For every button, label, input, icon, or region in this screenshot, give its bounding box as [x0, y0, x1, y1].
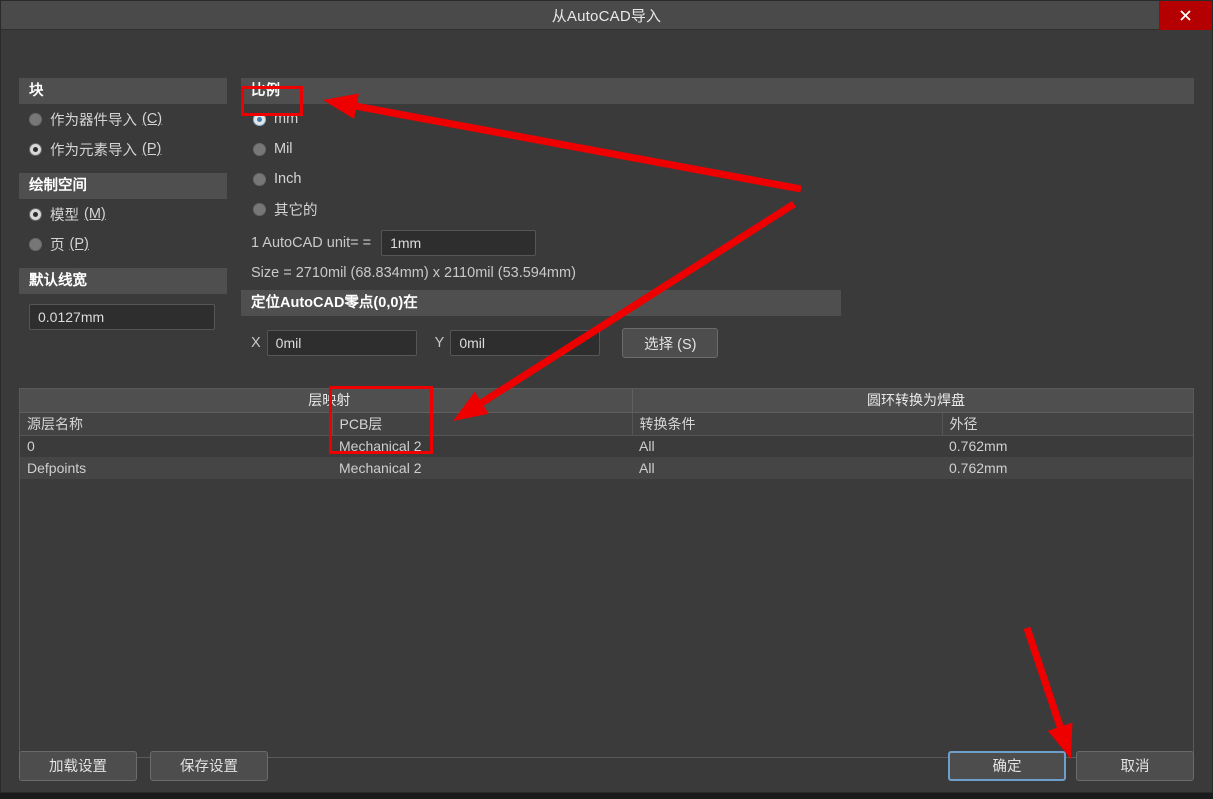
- radio-label: 页: [50, 237, 65, 254]
- radio-label: 作为器件导入: [50, 112, 137, 129]
- radio-label: 作为元素导入: [50, 142, 137, 159]
- radio-indicator: [253, 172, 266, 186]
- table-row[interactable]: 0 Mechanical 2 All 0.762mm: [20, 435, 1193, 457]
- autocad-unit-row: 1 AutoCAD unit= = 1mm: [241, 230, 1194, 256]
- dialog-title: 从AutoCAD导入: [551, 7, 662, 25]
- group-header-ring-to-pad: 圆环转换为焊盘: [632, 389, 1193, 413]
- cancel-button[interactable]: 取消: [1076, 750, 1194, 781]
- cell-pcb-layer[interactable]: Mechanical 2: [332, 457, 632, 479]
- right-column: 比例 mm Mil Inch 其它的 1 AutoCAD unit= = 1mm…: [241, 78, 1194, 358]
- dialog-footer: 加载设置 保存设置 确定 取消: [1, 739, 1212, 792]
- default-line-width-input[interactable]: 0.0127mm: [29, 304, 215, 330]
- radio-accel: (P): [69, 236, 89, 252]
- y-axis-label: Y: [434, 335, 445, 351]
- group-header-layer-mapping: 层映射: [20, 389, 633, 413]
- radio-label: 模型: [50, 207, 79, 224]
- radio-unit-mil[interactable]: Mil: [241, 134, 1194, 164]
- cell-outer-diameter[interactable]: 0.762mm: [942, 435, 1193, 457]
- autocad-unit-label: 1 AutoCAD unit= =: [251, 235, 372, 251]
- import-from-autocad-dialog: 从AutoCAD导入 块 作为器件导入 (C) 作为元素导入 (P) 绘制空间: [0, 0, 1213, 793]
- radio-accel: (P): [142, 141, 162, 157]
- radio-indicator: [29, 237, 42, 251]
- drawing-space-section-header: 绘制空间: [19, 173, 227, 199]
- radio-unit-mm[interactable]: mm: [241, 104, 1194, 134]
- radio-label: mm: [274, 111, 299, 127]
- left-column: 块 作为器件导入 (C) 作为元素导入 (P) 绘制空间 模型 (M) 页 (P: [19, 78, 227, 330]
- cell-outer-diameter[interactable]: 0.762mm: [942, 457, 1193, 479]
- zero-point-section-header: 定位AutoCAD零点(0,0)在: [241, 290, 841, 316]
- table-row[interactable]: Defpoints Mechanical 2 All 0.762mm: [20, 457, 1193, 479]
- column-header-source-layer[interactable]: 源层名称: [20, 412, 333, 436]
- radio-label: Mil: [274, 141, 293, 157]
- dialog-body: 块 作为器件导入 (C) 作为元素导入 (P) 绘制空间 模型 (M) 页 (P: [1, 30, 1212, 758]
- scale-section-header: 比例: [241, 78, 1194, 104]
- size-summary-text: Size = 2710mil (68.834mm) x 2110mil (53.…: [251, 265, 576, 281]
- cell-condition[interactable]: All: [632, 457, 942, 479]
- column-header-outer-diameter[interactable]: 外径: [942, 412, 1193, 436]
- y-coordinate-input[interactable]: 0mil: [450, 330, 601, 356]
- line-width-section-header: 默认线宽: [19, 268, 227, 294]
- radio-accel: (M): [84, 206, 106, 222]
- radio-import-as-component[interactable]: 作为器件导入 (C): [19, 104, 227, 134]
- close-icon[interactable]: [1159, 1, 1212, 30]
- scale-section: 比例 mm Mil Inch 其它的 1 AutoCAD unit= = 1mm…: [241, 78, 1194, 281]
- radio-label: 其它的: [274, 202, 318, 219]
- radio-unit-other[interactable]: 其它的: [241, 194, 1194, 224]
- radio-indicator: [253, 112, 266, 126]
- radio-model-space[interactable]: 模型 (M): [19, 199, 227, 229]
- cell-source-layer[interactable]: 0: [20, 435, 332, 457]
- column-header-condition[interactable]: 转换条件: [632, 412, 943, 436]
- save-settings-button[interactable]: 保存设置: [150, 750, 268, 781]
- radio-indicator: [253, 142, 266, 156]
- table-group-header-row: 层映射 圆环转换为焊盘: [20, 389, 1193, 413]
- radio-import-as-element[interactable]: 作为元素导入 (P): [19, 134, 227, 164]
- x-axis-label: X: [251, 335, 261, 351]
- radio-label: Inch: [274, 171, 302, 187]
- cell-condition[interactable]: All: [632, 435, 942, 457]
- radio-accel: (C): [142, 111, 163, 127]
- select-button[interactable]: 选择 (S): [622, 328, 719, 358]
- layer-mapping-table[interactable]: 层映射 圆环转换为焊盘 源层名称 PCB层 转换条件 外径 0 Mechanic…: [19, 388, 1194, 758]
- radio-unit-inch[interactable]: Inch: [241, 164, 1194, 194]
- block-section-header: 块: [19, 78, 227, 104]
- autocad-zero-point-section: 定位AutoCAD零点(0,0)在 X 0mil Y 0mil 选择 (S): [241, 290, 1194, 358]
- cell-source-layer[interactable]: Defpoints: [20, 457, 332, 479]
- zero-point-coordinates-row: X 0mil Y 0mil 选择 (S): [241, 328, 1194, 358]
- autocad-unit-input[interactable]: 1mm: [381, 230, 537, 256]
- radio-indicator: [29, 142, 42, 156]
- table-column-header-row: 源层名称 PCB层 转换条件 外径: [20, 412, 1193, 436]
- cell-pcb-layer[interactable]: Mechanical 2: [332, 435, 632, 457]
- ok-button[interactable]: 确定: [948, 750, 1066, 781]
- title-bar: 从AutoCAD导入: [1, 1, 1212, 30]
- radio-indicator: [29, 112, 42, 126]
- column-header-pcb-layer[interactable]: PCB层: [332, 412, 633, 436]
- radio-indicator: [253, 202, 266, 216]
- x-coordinate-input[interactable]: 0mil: [266, 330, 417, 356]
- radio-indicator: [29, 207, 42, 221]
- load-settings-button[interactable]: 加载设置: [19, 750, 137, 781]
- radio-paper-space[interactable]: 页 (P): [19, 229, 227, 259]
- table-body: 0 Mechanical 2 All 0.762mm Defpoints Mec…: [20, 435, 1193, 479]
